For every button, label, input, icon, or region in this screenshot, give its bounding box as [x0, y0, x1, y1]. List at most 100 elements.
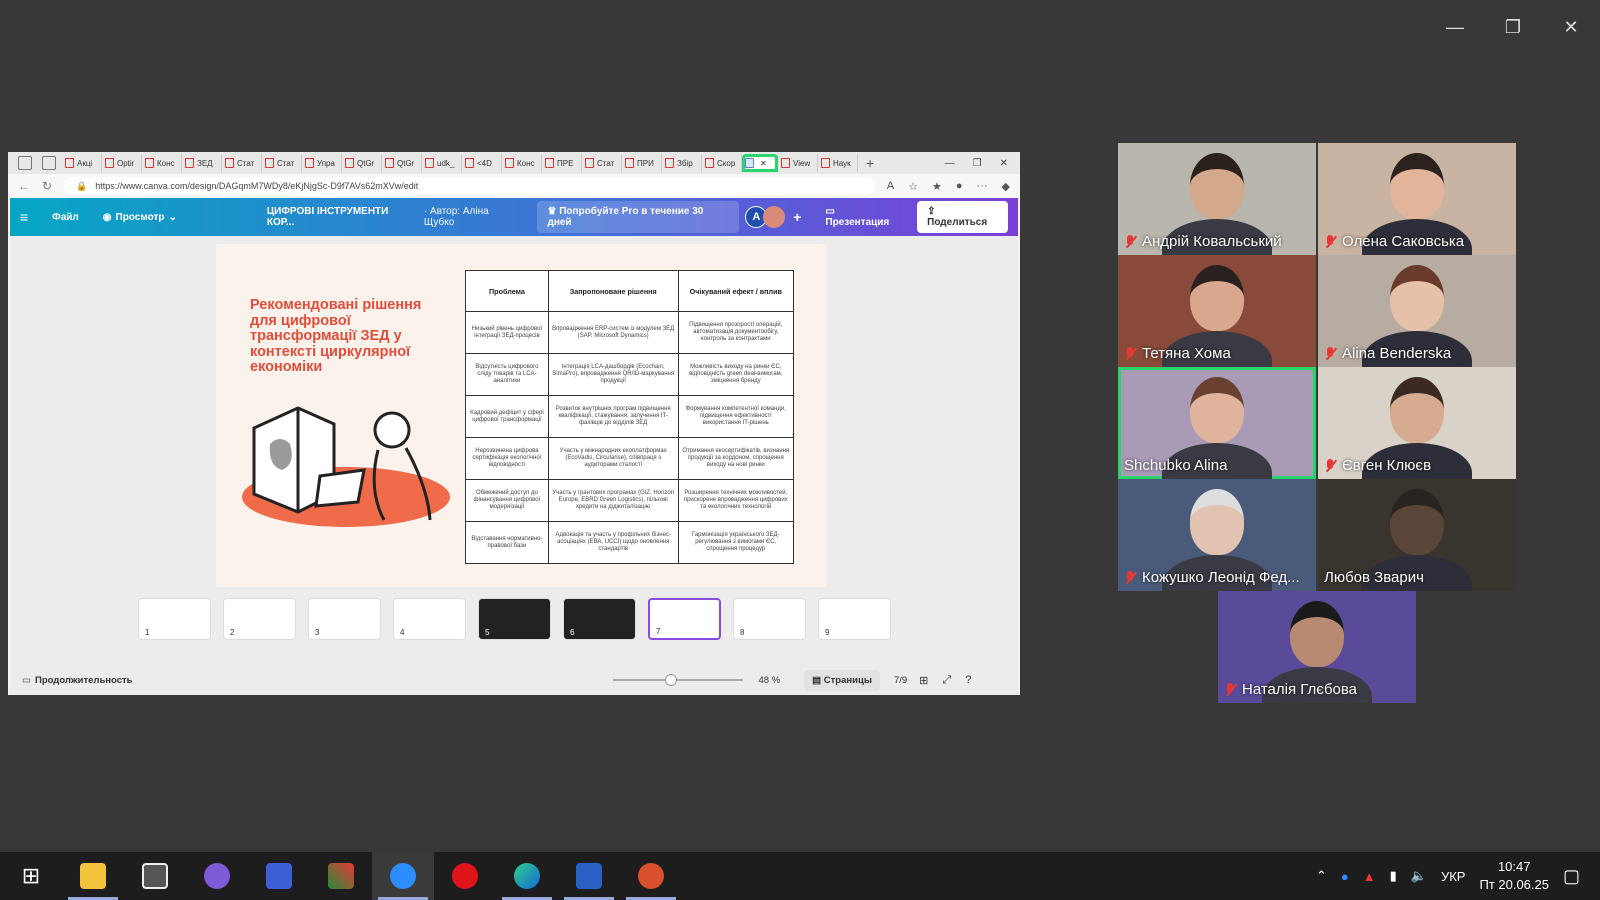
browser-tab[interactable]: Упра: [302, 154, 342, 172]
taskbar-explorer[interactable]: [62, 852, 124, 900]
participant-name-label: Shchubko Alina: [1124, 457, 1228, 474]
participant-tile[interactable]: Любов Зварич: [1318, 479, 1516, 591]
browser-tab[interactable]: View: [778, 154, 818, 172]
tray-app-icon[interactable]: ▲: [1363, 869, 1376, 884]
browser-tab[interactable]: udk_: [422, 154, 462, 172]
slide-thumbnail[interactable]: 9: [818, 598, 891, 640]
browser-tab[interactable]: Стат: [582, 154, 622, 172]
zoom-slider-handle[interactable]: [664, 674, 677, 686]
taskbar-edge[interactable]: [496, 852, 558, 900]
avatar-photo[interactable]: [763, 206, 786, 228]
participant-tile[interactable]: Тетяна Хома: [1118, 255, 1316, 367]
slide-thumbnail[interactable]: 6: [563, 598, 636, 640]
browser-tab[interactable]: ПРИ: [622, 154, 662, 172]
volume-icon[interactable]: 🔈: [1411, 868, 1427, 884]
participant-tile[interactable]: Олена Саковська: [1318, 143, 1516, 255]
table-row: Низький рівень цифрової інтеграції ЗЕД-п…: [465, 311, 795, 354]
browser-tab[interactable]: QtGr: [342, 154, 382, 172]
tray-expand-icon[interactable]: ⌃: [1316, 868, 1327, 884]
taskbar-calculator[interactable]: [124, 852, 186, 900]
slide-thumbnail[interactable]: 3: [308, 598, 381, 640]
current-slide[interactable]: Рекомендовані рішення для цифрової транс…: [216, 244, 826, 587]
browser-minimize-icon[interactable]: —: [945, 158, 955, 169]
participant-face: [1290, 601, 1344, 667]
taskbar-save[interactable]: [248, 852, 310, 900]
participant-tile[interactable]: Кожушко Леонід Фед...: [1118, 479, 1316, 591]
help-icon[interactable]: ?: [965, 674, 971, 687]
participant-tile[interactable]: Наталія Глєбова: [1218, 591, 1416, 703]
taskbar-powerpoint[interactable]: [620, 852, 682, 900]
browser-tab[interactable]: Збір: [662, 154, 702, 172]
profile-icon[interactable]: ●: [956, 180, 963, 193]
microphone-icon[interactable]: ▮: [1390, 868, 1397, 884]
back-icon[interactable]: ←: [18, 179, 30, 193]
zoom-tray-icon[interactable]: ●: [1341, 869, 1349, 884]
start-button[interactable]: ⊞: [0, 852, 62, 900]
taskbar-app[interactable]: [310, 852, 372, 900]
close-icon[interactable]: ✕: [1542, 14, 1600, 40]
participant-tile[interactable]: Shchubko Alina: [1118, 367, 1316, 479]
browser-tab[interactable]: Конс: [502, 154, 542, 172]
zoom-slider[interactable]: [612, 674, 743, 686]
view-menu[interactable]: Просмотр: [116, 212, 165, 223]
participant-tile[interactable]: Alina Benderska: [1318, 255, 1516, 367]
notifications-icon[interactable]: ▢: [1563, 866, 1580, 887]
timer-icon[interactable]: ▭: [22, 675, 31, 686]
more-icon[interactable]: ···: [977, 180, 988, 193]
slide-thumbnail[interactable]: 7: [648, 598, 721, 640]
zoom-level[interactable]: 48 %: [759, 675, 781, 686]
refresh-icon[interactable]: ↻: [42, 179, 52, 193]
favorites-bar-icon[interactable]: ★: [932, 180, 942, 193]
browser-tab[interactable]: ✕: [742, 154, 778, 172]
duration-button[interactable]: Продолжительность: [35, 675, 133, 686]
browser-tab[interactable]: Наук: [818, 154, 858, 172]
copilot-icon[interactable]: ◆: [1002, 180, 1010, 193]
taskbar-opera[interactable]: [434, 852, 496, 900]
tab-close-icon[interactable]: ✕: [760, 159, 767, 168]
taskbar-viber[interactable]: [186, 852, 248, 900]
participant-tile[interactable]: Андрій Ковальський: [1118, 143, 1316, 255]
language-indicator[interactable]: УКР: [1441, 869, 1466, 884]
browser-tab[interactable]: Optir: [102, 154, 142, 172]
present-button[interactable]: ▭ Презентация: [817, 201, 909, 233]
browser-tab[interactable]: Стат: [262, 154, 302, 172]
taskbar-word[interactable]: [558, 852, 620, 900]
read-aloud-icon[interactable]: A: [887, 180, 894, 193]
restore-icon[interactable]: ❐: [1484, 14, 1542, 40]
document-title[interactable]: ЦИФРОВІ ІНСТРУМЕНТИ КОР...: [267, 206, 418, 228]
browser-tab[interactable]: ЗЕД: [182, 154, 222, 172]
share-button[interactable]: ⇪ Поделиться: [917, 201, 1008, 233]
browser-tab[interactable]: ПРЕ: [542, 154, 582, 172]
browser-tab[interactable]: Акці: [62, 154, 102, 172]
file-menu[interactable]: Файл: [52, 212, 79, 223]
browser-tab[interactable]: QtGr: [382, 154, 422, 172]
browser-tab[interactable]: Скор: [702, 154, 742, 172]
browser-restore-icon[interactable]: ❐: [973, 158, 982, 169]
browser-tab[interactable]: Конс: [142, 154, 182, 172]
clock[interactable]: 10:47 Пт 20.06.25: [1479, 858, 1549, 894]
grid-view-icon[interactable]: ⊞: [919, 674, 928, 687]
hamburger-menu-icon[interactable]: ≡: [20, 209, 28, 225]
tab-sidebar-icon[interactable]: [42, 156, 56, 170]
favorite-icon[interactable]: ☆: [908, 180, 918, 193]
browser-tab[interactable]: Стат: [222, 154, 262, 172]
tab-actions-icon[interactable]: [18, 156, 32, 170]
address-bar[interactable]: 🔒 https://www.canva.com/design/DAGqmM7WD…: [64, 177, 875, 195]
fullscreen-icon[interactable]: ⤢: [942, 674, 951, 687]
add-collaborator-icon[interactable]: +: [793, 209, 801, 225]
slide-thumbnail[interactable]: 5: [478, 598, 551, 640]
participant-face: [1390, 377, 1444, 443]
slide-thumbnail[interactable]: 1: [138, 598, 211, 640]
try-pro-button[interactable]: ♛ Попробуйте Pro в течение 30 дней: [537, 201, 740, 233]
participant-tile[interactable]: Євген Клюєв: [1318, 367, 1516, 479]
slide-thumbnail[interactable]: 8: [733, 598, 806, 640]
new-tab-icon[interactable]: +: [866, 155, 874, 171]
browser-close-icon[interactable]: ✕: [1000, 158, 1008, 169]
slide-thumbnail[interactable]: 4: [393, 598, 466, 640]
pages-button[interactable]: ▤ Страницы: [804, 669, 880, 691]
taskbar-zoom[interactable]: [372, 852, 434, 900]
minimize-icon[interactable]: —: [1426, 14, 1484, 40]
slide-thumbnail[interactable]: 2: [223, 598, 296, 640]
shared-browser-window: Акці Optir Конс ЗЕД Стат Стат Упра QtGr QtGr udk_…: [8, 152, 1020, 695]
browser-tab[interactable]: <4D: [462, 154, 502, 172]
